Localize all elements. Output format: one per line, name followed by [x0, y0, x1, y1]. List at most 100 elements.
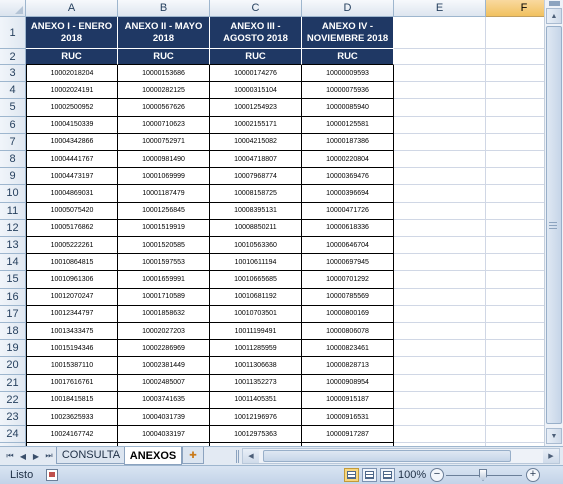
- data-cell[interactable]: 10000396694: [302, 185, 394, 203]
- data-cell[interactable]: 10005222261: [26, 237, 118, 255]
- data-cell[interactable]: 10011285959: [210, 340, 302, 358]
- data-cell[interactable]: 10002500952: [26, 99, 118, 117]
- empty-cell[interactable]: [394, 271, 486, 289]
- data-cell[interactable]: 10011199491: [210, 323, 302, 341]
- empty-cell[interactable]: [394, 49, 486, 65]
- select-all-button[interactable]: [0, 0, 26, 17]
- data-cell[interactable]: 10002155171: [210, 116, 302, 134]
- data-cell[interactable]: 10010961306: [26, 271, 118, 289]
- zoom-slider-thumb[interactable]: [479, 469, 487, 481]
- vertical-scrollbar[interactable]: ▲ ▼: [544, 0, 563, 446]
- data-cell[interactable]: 10010703501: [210, 305, 302, 323]
- data-cell[interactable]: 10003741635: [118, 391, 210, 409]
- data-cell[interactable]: 10000174276: [210, 65, 302, 83]
- empty-cell[interactable]: [394, 133, 486, 151]
- data-cell[interactable]: 10000785569: [302, 288, 394, 306]
- empty-cell[interactable]: [394, 219, 486, 237]
- empty-cell[interactable]: [394, 409, 486, 427]
- row-header-9[interactable]: 9: [0, 168, 26, 186]
- horizontal-scroll-thumb[interactable]: [263, 450, 511, 462]
- data-cell[interactable]: 10004150339: [26, 116, 118, 134]
- data-cell[interactable]: 10001710589: [118, 288, 210, 306]
- row-header-24[interactable]: 24: [0, 426, 26, 444]
- header-cell-a[interactable]: ANEXO I - ENERO 2018: [26, 17, 118, 49]
- empty-cell[interactable]: [394, 305, 486, 323]
- data-cell[interactable]: 10000697945: [302, 254, 394, 272]
- data-cell[interactable]: 10004342866: [26, 133, 118, 151]
- empty-cell[interactable]: [394, 391, 486, 409]
- macro-record-icon[interactable]: [46, 469, 58, 481]
- data-cell[interactable]: 10000369476: [302, 168, 394, 186]
- data-cell[interactable]: 10001187479: [118, 185, 210, 203]
- row-header-21[interactable]: 21: [0, 374, 26, 392]
- scroll-left-button[interactable]: ◀: [243, 449, 259, 463]
- empty-cell[interactable]: [394, 323, 486, 341]
- data-cell[interactable]: 10001256845: [118, 202, 210, 220]
- empty-cell[interactable]: [394, 202, 486, 220]
- empty-cell[interactable]: [394, 340, 486, 358]
- data-cell[interactable]: 10005176862: [26, 219, 118, 237]
- data-cell[interactable]: 10002485007: [118, 374, 210, 392]
- data-cell[interactable]: 10000009593: [302, 65, 394, 83]
- data-cell[interactable]: 10000701292: [302, 271, 394, 289]
- row-header-8[interactable]: 8: [0, 151, 26, 169]
- data-cell[interactable]: 10004031739: [118, 409, 210, 427]
- data-cell[interactable]: 10013433475: [26, 323, 118, 341]
- row-header-3[interactable]: 3: [0, 65, 26, 83]
- column-header-d[interactable]: D: [302, 0, 394, 17]
- row-header-15[interactable]: 15: [0, 271, 26, 289]
- data-cell[interactable]: 10000471726: [302, 202, 394, 220]
- page-layout-view-button[interactable]: [362, 468, 377, 482]
- row-header-2[interactable]: 2: [0, 49, 26, 65]
- header-cell-c[interactable]: ANEXO III - AGOSTO 2018: [210, 17, 302, 49]
- data-cell[interactable]: 10024167742: [26, 426, 118, 444]
- page-break-preview-button[interactable]: [380, 468, 395, 482]
- data-cell[interactable]: 10004033197: [118, 426, 210, 444]
- header-cell-b[interactable]: ANEXO II - MAYO 2018: [118, 17, 210, 49]
- data-cell[interactable]: 10001254923: [210, 99, 302, 117]
- data-cell[interactable]: 10000646704: [302, 237, 394, 255]
- data-cell[interactable]: 10000075936: [302, 82, 394, 100]
- row-header-5[interactable]: 5: [0, 99, 26, 117]
- data-cell[interactable]: 10017616761: [26, 374, 118, 392]
- data-cell[interactable]: 10011405351: [210, 391, 302, 409]
- split-box-handle[interactable]: [549, 1, 560, 6]
- data-cell[interactable]: 10004869031: [26, 185, 118, 203]
- row-header-13[interactable]: 13: [0, 237, 26, 255]
- row-header-12[interactable]: 12: [0, 219, 26, 237]
- empty-cell[interactable]: [394, 168, 486, 186]
- data-cell[interactable]: 10010864815: [26, 254, 118, 272]
- data-cell[interactable]: 10000915187: [302, 391, 394, 409]
- data-cell[interactable]: 10001597553: [118, 254, 210, 272]
- empty-cell[interactable]: [394, 237, 486, 255]
- empty-cell[interactable]: [394, 99, 486, 117]
- data-cell[interactable]: 10000916531: [302, 409, 394, 427]
- ruc-header-cell-a[interactable]: RUC: [26, 49, 118, 65]
- first-sheet-button[interactable]: ⏮: [3, 449, 17, 463]
- data-cell[interactable]: 10000220804: [302, 151, 394, 169]
- data-cell[interactable]: 10000187386: [302, 133, 394, 151]
- row-header-1[interactable]: 1: [0, 17, 26, 49]
- sheet-tab-consulta[interactable]: CONSULTA: [56, 447, 126, 464]
- empty-cell[interactable]: [394, 17, 486, 49]
- zoom-out-button[interactable]: −: [430, 468, 444, 482]
- data-cell[interactable]: 10018415815: [26, 391, 118, 409]
- data-cell[interactable]: 10000153686: [118, 65, 210, 83]
- row-header-16[interactable]: 16: [0, 288, 26, 306]
- data-cell[interactable]: 10010681192: [210, 288, 302, 306]
- data-cell[interactable]: 10002381449: [118, 357, 210, 375]
- data-cell[interactable]: 10004441767: [26, 151, 118, 169]
- data-cell[interactable]: 10011306638: [210, 357, 302, 375]
- data-cell[interactable]: 10010563360: [210, 237, 302, 255]
- column-header-c[interactable]: C: [210, 0, 302, 17]
- column-header-b[interactable]: B: [118, 0, 210, 17]
- data-cell[interactable]: 10000282125: [118, 82, 210, 100]
- data-cell[interactable]: 10011352273: [210, 374, 302, 392]
- column-header-a[interactable]: A: [26, 0, 118, 17]
- row-header-22[interactable]: 22: [0, 391, 26, 409]
- data-cell[interactable]: 10001520585: [118, 237, 210, 255]
- insert-sheet-button[interactable]: ✚: [182, 447, 204, 464]
- data-cell[interactable]: 10012975363: [210, 426, 302, 444]
- data-cell[interactable]: 10015194346: [26, 340, 118, 358]
- data-cell[interactable]: 10012344797: [26, 305, 118, 323]
